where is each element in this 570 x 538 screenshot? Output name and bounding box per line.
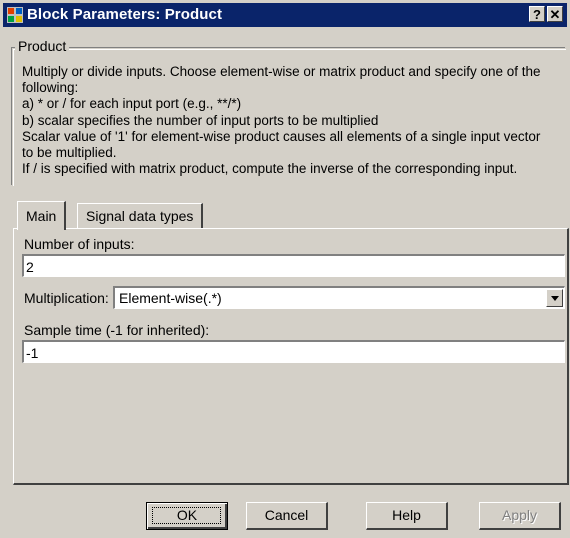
block-description: Multiply or divide inputs. Choose elemen… xyxy=(22,64,562,177)
focus-rect xyxy=(152,507,221,524)
multiplication-select[interactable]: Element-wise(.*) xyxy=(113,286,565,309)
description-line: b) scalar specifies the number of input … xyxy=(22,112,379,128)
cancel-button[interactable]: Cancel xyxy=(246,502,328,530)
simulink-block-icon xyxy=(7,7,23,23)
description-line: a) * or / for each input port (e.g., **/… xyxy=(22,96,242,112)
number-of-inputs-label: Number of inputs: xyxy=(24,236,135,252)
window-title: Block Parameters: Product xyxy=(27,6,223,23)
sample-time-label: Sample time (-1 for inherited): xyxy=(24,322,210,338)
sample-time-field[interactable]: -1 xyxy=(22,340,565,363)
block-parameters-dialog: Block Parameters: Product ? ✕ Product Mu… xyxy=(0,0,570,538)
multiplication-value: Element-wise(.*) xyxy=(119,290,222,306)
description-line: Multiply or divide inputs. Choose elemen… xyxy=(22,64,541,79)
cancel-button-label: Cancel xyxy=(264,507,309,523)
description-line: following: xyxy=(22,80,79,96)
apply-button-label: Apply xyxy=(501,507,538,523)
help-button-label: Help xyxy=(392,507,421,523)
close-icon[interactable]: ✕ xyxy=(547,6,563,22)
group-legend: Product xyxy=(15,38,70,54)
multiplication-label: Multiplication: xyxy=(24,290,109,306)
help-icon[interactable]: ? xyxy=(529,6,545,22)
number-of-inputs-field[interactable]: 2 xyxy=(22,254,565,277)
tab-signal-data-types[interactable]: Signal data types xyxy=(77,203,204,228)
chevron-down-icon[interactable] xyxy=(546,289,563,307)
help-button[interactable]: Help xyxy=(366,502,448,530)
tab-main[interactable]: Main xyxy=(17,201,67,230)
description-line: If / is specified with matrix product, c… xyxy=(22,161,518,177)
apply-button: Apply xyxy=(479,502,561,530)
description-line: to be multiplied. xyxy=(22,145,117,161)
ok-button[interactable]: OK xyxy=(146,502,228,530)
description-line: Scalar value of '1' for element-wise pro… xyxy=(22,128,541,144)
title-bar[interactable]: Block Parameters: Product ? ✕ xyxy=(3,3,567,27)
